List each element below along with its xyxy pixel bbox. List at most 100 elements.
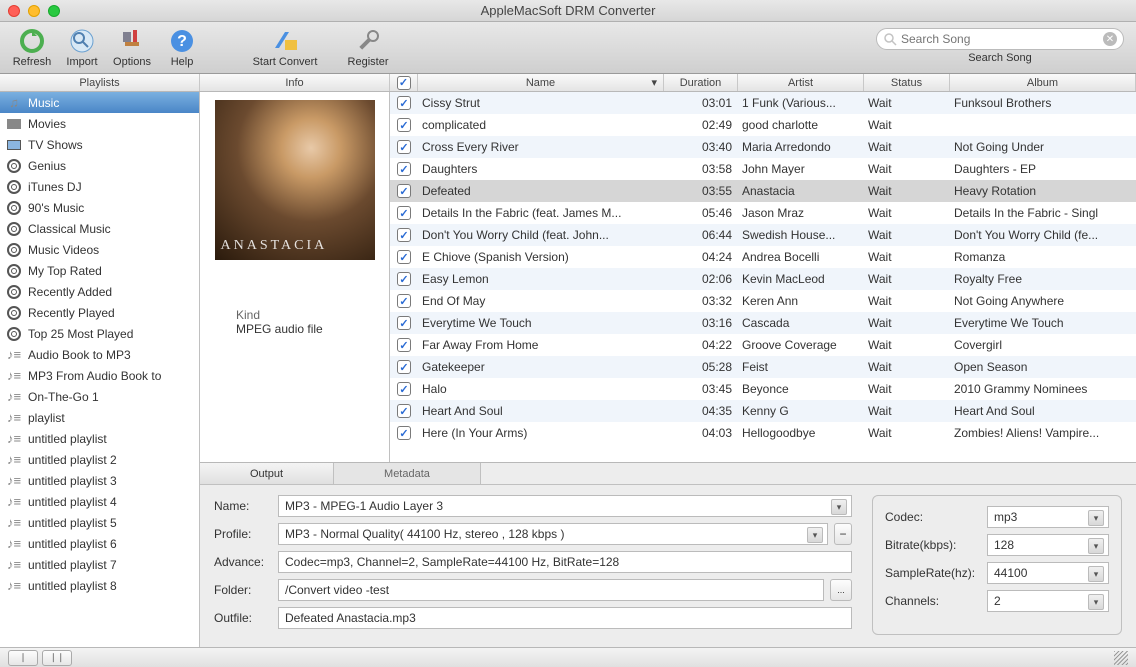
artist-header[interactable]: Artist xyxy=(738,74,864,91)
bitrate-select[interactable]: 128▾ xyxy=(987,534,1109,556)
profile-select[interactable]: MP3 - Normal Quality( 44100 Hz, stereo ,… xyxy=(278,523,828,545)
toolbar: Refresh Import Options ? Help Start Conv… xyxy=(0,22,1136,74)
sidebar-item[interactable]: ♪≡untitled playlist 5 xyxy=(0,512,199,533)
outfile-field[interactable]: Defeated Anastacia.mp3 xyxy=(278,607,852,629)
table-row[interactable]: ✓Here (In Your Arms)04:03HellogoodbyeWai… xyxy=(390,422,1136,444)
zoom-window-button[interactable] xyxy=(48,5,60,17)
tab-metadata[interactable]: Metadata xyxy=(334,463,481,484)
table-row[interactable]: ✓complicated02:49good charlotteWait xyxy=(390,114,1136,136)
table-row[interactable]: ✓Everytime We Touch03:16CascadaWaitEvery… xyxy=(390,312,1136,334)
search-input[interactable] xyxy=(901,32,1103,46)
channels-select[interactable]: 2▾ xyxy=(987,590,1109,612)
tab-output[interactable]: Output xyxy=(200,463,334,484)
row-checkbox[interactable]: ✓ xyxy=(397,162,411,176)
row-checkbox[interactable]: ✓ xyxy=(397,294,411,308)
sidebar-item[interactable]: Recently Played xyxy=(0,302,199,323)
start-convert-button[interactable]: Start Convert xyxy=(246,24,324,72)
gear-icon xyxy=(6,221,22,237)
sidebar[interactable]: ♫MusicMoviesTV ShowsGeniusiTunes DJ90's … xyxy=(0,92,200,647)
name-select[interactable]: MP3 - MPEG-1 Audio Layer 3▾ xyxy=(278,495,852,517)
close-window-button[interactable] xyxy=(8,5,20,17)
sidebar-item[interactable]: ♪≡untitled playlist 7 xyxy=(0,554,199,575)
table-row[interactable]: ✓Details In the Fabric (feat. James M...… xyxy=(390,202,1136,224)
pause-button[interactable]: ❘❘ xyxy=(42,650,72,666)
row-checkbox[interactable]: ✓ xyxy=(397,118,411,132)
sidebar-item[interactable]: ♪≡untitled playlist xyxy=(0,428,199,449)
sidebar-item[interactable]: ♪≡untitled playlist 6 xyxy=(0,533,199,554)
browse-folder-button[interactable]: ... xyxy=(830,579,852,601)
sidebar-item[interactable]: ♪≡On-The-Go 1 xyxy=(0,386,199,407)
table-row[interactable]: ✓Easy Lemon02:06Kevin MacLeodWaitRoyalty… xyxy=(390,268,1136,290)
table-row[interactable]: ✓Gatekeeper05:28FeistWaitOpen Season xyxy=(390,356,1136,378)
cell-name: Cissy Strut xyxy=(418,92,664,114)
resize-grip[interactable] xyxy=(1114,651,1128,665)
row-checkbox[interactable]: ✓ xyxy=(397,96,411,110)
cell-artist: Groove Coverage xyxy=(738,334,864,356)
import-button[interactable]: Import xyxy=(58,24,106,72)
table-row[interactable]: ✓Cissy Strut03:011 Funk (Various...WaitF… xyxy=(390,92,1136,114)
bottom-panel: Output Metadata Name: MP3 - MPEG-1 Audio… xyxy=(200,462,1136,647)
sidebar-item[interactable]: Recently Added xyxy=(0,281,199,302)
cell-album: Not Going Under xyxy=(950,136,1136,158)
sidebar-item[interactable]: Genius xyxy=(0,155,199,176)
sidebar-item[interactable]: Classical Music xyxy=(0,218,199,239)
sidebar-item[interactable]: TV Shows xyxy=(0,134,199,155)
row-checkbox[interactable]: ✓ xyxy=(397,426,411,440)
name-header[interactable]: Name▾ xyxy=(418,74,664,91)
table-row[interactable]: ✓Heart And Soul04:35Kenny GWaitHeart And… xyxy=(390,400,1136,422)
register-button[interactable]: Register xyxy=(344,24,392,72)
sidebar-item[interactable]: My Top Rated xyxy=(0,260,199,281)
sidebar-item-label: Top 25 Most Played xyxy=(28,327,133,341)
album-header[interactable]: Album xyxy=(950,74,1136,91)
row-checkbox[interactable]: ✓ xyxy=(397,206,411,220)
table-row[interactable]: ✓E Chiove (Spanish Version)04:24Andrea B… xyxy=(390,246,1136,268)
table-row[interactable]: ✓End Of May03:32Keren AnnWaitNot Going A… xyxy=(390,290,1136,312)
table-row[interactable]: ✓Don't You Worry Child (feat. John...06:… xyxy=(390,224,1136,246)
search-input-wrap[interactable]: ✕ xyxy=(876,28,1124,50)
table-row[interactable]: ✓Daughters03:58John MayerWaitDaughters -… xyxy=(390,158,1136,180)
row-checkbox[interactable]: ✓ xyxy=(397,228,411,242)
samplerate-select[interactable]: 44100▾ xyxy=(987,562,1109,584)
cell-status: Wait xyxy=(864,334,950,356)
sidebar-item[interactable]: iTunes DJ xyxy=(0,176,199,197)
sidebar-item[interactable]: Music Videos xyxy=(0,239,199,260)
sidebar-item[interactable]: ♪≡untitled playlist 2 xyxy=(0,449,199,470)
options-button[interactable]: Options xyxy=(108,24,156,72)
row-checkbox[interactable]: ✓ xyxy=(397,404,411,418)
sidebar-item[interactable]: Top 25 Most Played xyxy=(0,323,199,344)
row-checkbox[interactable]: ✓ xyxy=(397,360,411,374)
advance-field[interactable]: Codec=mp3, Channel=2, SampleRate=44100 H… xyxy=(278,551,852,573)
sidebar-item[interactable]: ♪≡untitled playlist 3 xyxy=(0,470,199,491)
row-checkbox[interactable]: ✓ xyxy=(397,184,411,198)
folder-field[interactable]: /Convert video -test xyxy=(278,579,824,601)
row-checkbox[interactable]: ✓ xyxy=(397,272,411,286)
sidebar-item[interactable]: 90's Music xyxy=(0,197,199,218)
sidebar-item[interactable]: ♪≡untitled playlist 4 xyxy=(0,491,199,512)
refresh-button[interactable]: Refresh xyxy=(8,24,56,72)
table-row[interactable]: ✓Cross Every River03:40Maria ArredondoWa… xyxy=(390,136,1136,158)
play-button[interactable]: ❘ xyxy=(8,650,38,666)
sidebar-item[interactable]: Movies xyxy=(0,113,199,134)
sidebar-item[interactable]: ♫Music xyxy=(0,92,199,113)
codec-select[interactable]: mp3▾ xyxy=(987,506,1109,528)
sidebar-item[interactable]: ♪≡MP3 From Audio Book to xyxy=(0,365,199,386)
help-button[interactable]: ? Help xyxy=(158,24,206,72)
checkbox-header[interactable]: ✓ xyxy=(390,74,418,91)
sidebar-item[interactable]: ♪≡playlist xyxy=(0,407,199,428)
status-header[interactable]: Status xyxy=(864,74,950,91)
sidebar-item[interactable]: ♪≡Audio Book to MP3 xyxy=(0,344,199,365)
table-row[interactable]: ✓Defeated03:55AnastaciaWaitHeavy Rotatio… xyxy=(390,180,1136,202)
sidebar-item[interactable]: ♪≡untitled playlist 8 xyxy=(0,575,199,596)
minimize-window-button[interactable] xyxy=(28,5,40,17)
table-row[interactable]: ✓Halo03:45BeyonceWait2010 Grammy Nominee… xyxy=(390,378,1136,400)
row-checkbox[interactable]: ✓ xyxy=(397,140,411,154)
cell-name: complicated xyxy=(418,114,664,136)
row-checkbox[interactable]: ✓ xyxy=(397,338,411,352)
duration-header[interactable]: Duration xyxy=(664,74,738,91)
clear-search-icon[interactable]: ✕ xyxy=(1103,32,1117,46)
row-checkbox[interactable]: ✓ xyxy=(397,382,411,396)
row-checkbox[interactable]: ✓ xyxy=(397,250,411,264)
remove-profile-button[interactable]: − xyxy=(834,523,852,545)
table-row[interactable]: ✓Far Away From Home04:22Groove CoverageW… xyxy=(390,334,1136,356)
row-checkbox[interactable]: ✓ xyxy=(397,316,411,330)
